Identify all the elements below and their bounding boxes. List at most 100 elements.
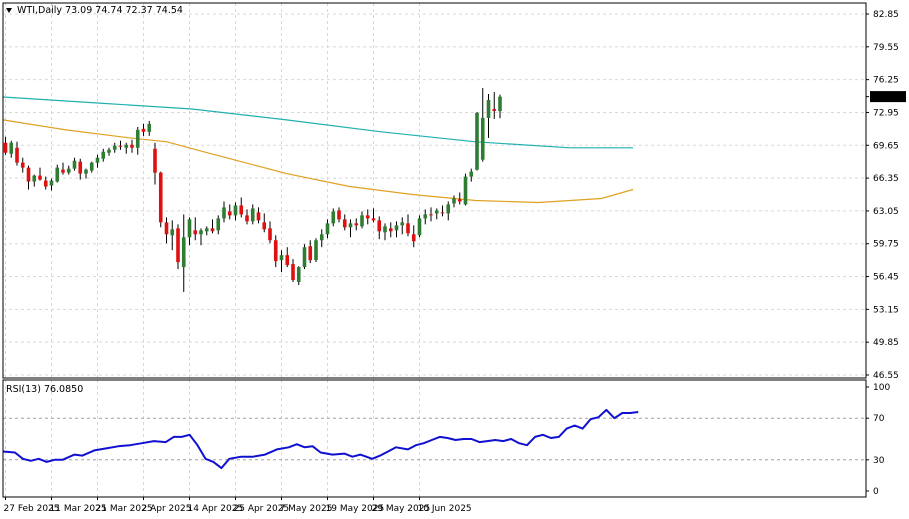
candle-body — [239, 205, 244, 215]
candle-body — [245, 215, 249, 222]
candle-body — [394, 225, 399, 231]
candle-body — [446, 204, 451, 214]
candle-body — [187, 219, 192, 238]
x-axis-ticks: 27 Feb 202511 Mar 202521 Mar 20252 Apr 2… — [4, 497, 472, 514]
candle-body — [153, 148, 157, 173]
rsi-header: RSI(13) 76.0850 — [6, 384, 83, 395]
candle-body — [308, 246, 313, 261]
chart-canvas: 82.85 79.55 76.25 72.95 69.65 66.35 63.05 59.75… — [2, 2, 906, 514]
y-tick-label: 66.35 — [873, 174, 899, 184]
y-axis-ticks: 82.85 79.55 76.25 72.95 69.65 66.35 63.05 59.75… — [866, 10, 899, 497]
chart-frames — [2, 2, 869, 498]
candle-body — [15, 147, 19, 163]
candle-body — [61, 169, 65, 173]
y-tick-label: 59.75 — [873, 240, 899, 250]
candle-body — [296, 267, 301, 283]
rsi-y-tick-label: 0 — [873, 487, 879, 497]
candle-body — [302, 247, 307, 268]
rsi-y-tick-label: 70 — [873, 414, 885, 424]
candle-body — [3, 142, 8, 153]
candle-body — [9, 142, 14, 154]
candle-body — [337, 210, 341, 220]
symbol-header: WTI,Daily 73.09 74.74 72.37 74.54 — [17, 5, 183, 16]
symbol-dropdown-icon[interactable] — [6, 8, 12, 13]
rsi-y-tick-label: 30 — [873, 456, 885, 466]
rsi-y-tick-label: 100 — [873, 383, 890, 393]
candle-body — [107, 149, 111, 153]
candle-body — [314, 240, 318, 261]
candle-body — [279, 255, 284, 261]
candle-body — [463, 176, 468, 205]
grid-lines — [3, 3, 866, 497]
candle-body — [112, 145, 117, 150]
candle-body — [84, 169, 88, 174]
candle-body — [268, 228, 272, 241]
rsi-line — [2, 408, 639, 470]
candle-body — [32, 175, 37, 182]
candle-body — [498, 96, 502, 112]
candle-body — [486, 100, 491, 118]
candle-body — [342, 219, 347, 228]
y-tick-label: 49.85 — [873, 338, 899, 348]
price-badge: 74.54 — [870, 91, 906, 103]
main-chart-frame — [2, 2, 867, 379]
candle-body — [66, 168, 71, 173]
y-tick-label: 69.65 — [873, 141, 899, 151]
candle-body — [377, 220, 382, 232]
candle-body — [371, 218, 376, 221]
candle-body — [388, 228, 393, 232]
candle-body — [434, 210, 439, 214]
y-tick-label: 82.85 — [873, 10, 899, 20]
y-tick-label: 56.45 — [873, 273, 899, 283]
candle-body — [199, 230, 203, 235]
x-tick-label: 10 Jun 2025 — [418, 504, 472, 514]
candle-body — [469, 171, 474, 177]
candle-body — [170, 229, 175, 236]
candle-body — [360, 215, 364, 227]
candle-body — [429, 214, 433, 216]
y-tick-label: 53.15 — [873, 305, 899, 315]
y-tick-label: 79.55 — [873, 43, 899, 53]
candle-body — [176, 228, 180, 263]
candle-body — [181, 237, 186, 268]
candle-body — [118, 145, 123, 147]
candle-body — [354, 223, 359, 226]
candle-body — [331, 211, 336, 224]
candle-body — [55, 167, 60, 182]
candle-body — [204, 228, 209, 232]
candlestick-series — [3, 88, 502, 292]
candle-body — [26, 167, 31, 182]
candle-body — [89, 162, 94, 171]
candle-body — [256, 212, 261, 221]
candle-body — [49, 180, 54, 186]
candle-body — [43, 180, 48, 187]
candle-body — [130, 144, 134, 148]
candle-body — [124, 144, 129, 148]
candle-body — [291, 264, 295, 281]
candle-body — [72, 160, 77, 169]
candle-body — [452, 198, 456, 204]
candle-body — [250, 208, 255, 222]
candle-body — [78, 161, 83, 174]
y-tick-label: 72.95 — [873, 108, 899, 118]
price-badge-label: 74.54 — [873, 93, 899, 103]
candle-body — [38, 175, 42, 180]
candle-body — [325, 223, 330, 235]
candle-body — [475, 112, 479, 170]
candle-body — [365, 215, 370, 219]
candle-body — [273, 240, 278, 262]
candle-body — [440, 212, 445, 214]
candle-body — [262, 222, 267, 230]
candle-body — [193, 230, 198, 235]
candle-body — [164, 222, 169, 235]
candle-body — [135, 129, 140, 148]
candle-body — [383, 226, 387, 233]
candle-body — [20, 162, 25, 168]
candle-body — [411, 234, 416, 242]
y-tick-label: 63.05 — [873, 207, 899, 217]
candle-body — [400, 222, 405, 226]
candle-body — [406, 223, 410, 234]
candle-body — [423, 214, 428, 219]
candle-body — [227, 211, 232, 216]
candle-body — [158, 172, 163, 223]
